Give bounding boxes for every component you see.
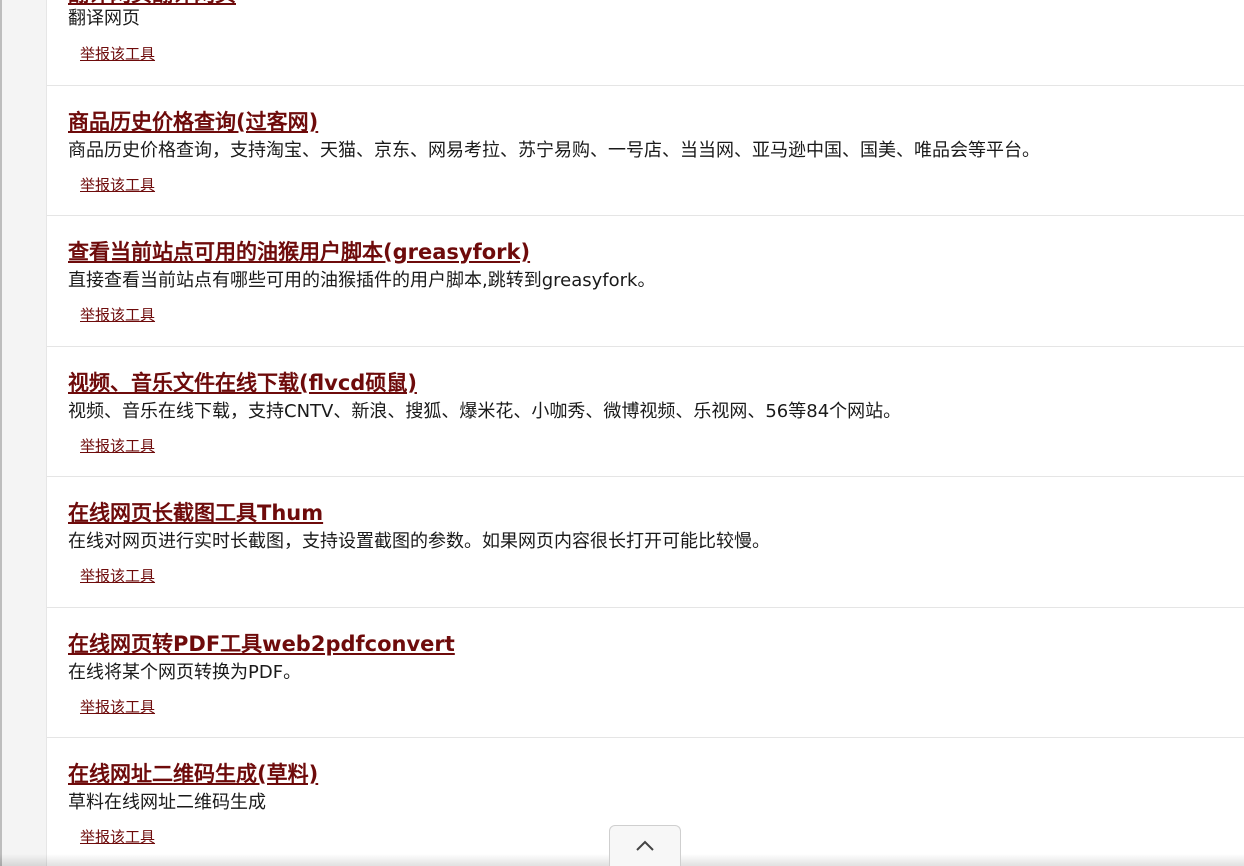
tool-description: 翻译网页 (68, 8, 140, 29)
tool-item: 翻译网页翻译网页 翻译网页 举报该工具 (47, 0, 1244, 86)
tool-item: 商品历史价格查询(过客网) 商品历史价格查询，支持淘宝、天猫、京东、网易考拉、苏… (47, 86, 1244, 216)
tool-item: 视频、音乐文件在线下载(flvcd硕鼠) 视频、音乐在线下载，支持CNTV、新浪… (47, 347, 1244, 477)
report-tool-link[interactable]: 举报该工具 (80, 567, 155, 585)
report-tool-link[interactable]: 举报该工具 (80, 45, 155, 63)
tool-description: 在线将某个网页转换为PDF。 (68, 662, 302, 683)
tool-title-link[interactable]: 视频、音乐文件在线下载(flvcd硕鼠) (68, 369, 417, 397)
report-tool-link[interactable]: 举报该工具 (80, 176, 155, 194)
tool-description: 商品历史价格查询，支持淘宝、天猫、京东、网易考拉、苏宁易购、一号店、当当网、亚马… (68, 140, 1040, 161)
tool-item: 查看当前站点可用的油猴用户脚本(greasyfork) 直接查看当前站点有哪些可… (47, 216, 1244, 347)
back-to-top-button[interactable] (609, 825, 681, 866)
report-tool-link[interactable]: 举报该工具 (80, 828, 155, 846)
tool-title-link[interactable]: 在线网页长截图工具Thum (68, 499, 323, 527)
tool-list: 翻译网页翻译网页 翻译网页 举报该工具 商品历史价格查询(过客网) 商品历史价格… (47, 0, 1244, 866)
chevron-up-icon (636, 840, 654, 851)
page: 翻译网页翻译网页 翻译网页 举报该工具 商品历史价格查询(过客网) 商品历史价格… (0, 0, 1244, 866)
report-tool-link[interactable]: 举报该工具 (80, 698, 155, 716)
tool-title-link[interactable]: 在线网址二维码生成(草料) (68, 760, 318, 788)
left-sidebar-edge (0, 0, 47, 866)
tool-item: 在线网页转PDF工具web2pdfconvert 在线将某个网页转换为PDF。 … (47, 608, 1244, 738)
report-tool-link[interactable]: 举报该工具 (80, 306, 155, 324)
tool-description: 草料在线网址二维码生成 (68, 792, 266, 813)
tool-description: 在线对网页进行实时长截图，支持设置截图的参数。如果网页内容很长打开可能比较慢。 (68, 531, 770, 552)
tool-description: 直接查看当前站点有哪些可用的油猴插件的用户脚本,跳转到greasyfork。 (68, 270, 656, 291)
tool-item: 在线网页长截图工具Thum 在线对网页进行实时长截图，支持设置截图的参数。如果网… (47, 477, 1244, 608)
window-edge (0, 0, 2, 866)
report-tool-link[interactable]: 举报该工具 (80, 437, 155, 455)
tool-title-link[interactable]: 查看当前站点可用的油猴用户脚本(greasyfork) (68, 238, 530, 266)
tool-title-link[interactable]: 在线网页转PDF工具web2pdfconvert (68, 630, 455, 658)
tool-title-link[interactable]: 商品历史价格查询(过客网) (68, 108, 318, 136)
tool-description: 视频、音乐在线下载，支持CNTV、新浪、搜狐、爆米花、小咖秀、微博视频、乐视网、… (68, 401, 902, 422)
